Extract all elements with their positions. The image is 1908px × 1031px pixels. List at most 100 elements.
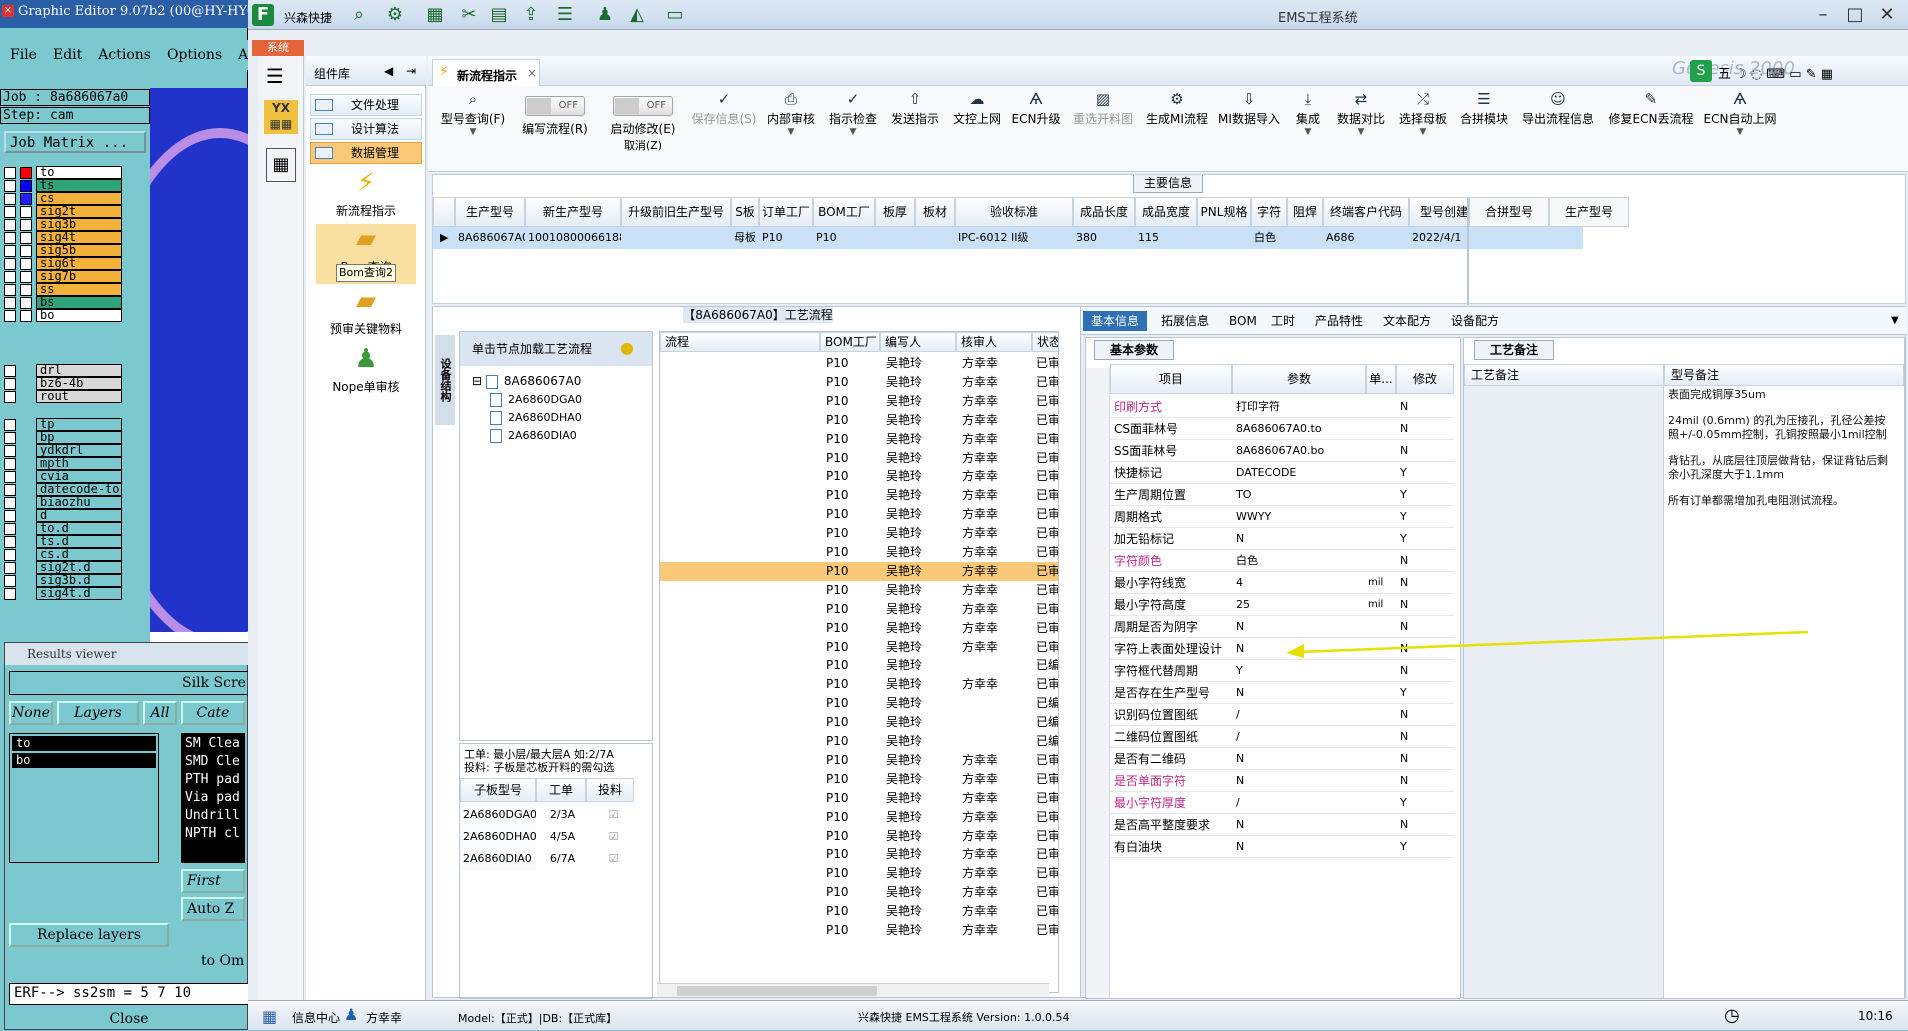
layer-row[interactable]: biaozhu [4,496,122,509]
param-row[interactable]: 最小字符厚度 / Y [1086,792,1454,814]
main-info-cell[interactable]: 10010800066188 [525,227,621,249]
grid-col-header[interactable]: 成品长度 [1073,197,1135,227]
layer-name[interactable]: cvia [36,470,122,483]
menu-icon[interactable]: ☰ [266,64,284,88]
sub-board-work[interactable]: 6/7A [536,848,586,870]
param-value[interactable]: DATECODE [1236,462,1364,484]
layer-name[interactable]: to.d [36,522,122,535]
gear-icon[interactable]: ⚙ [384,4,406,26]
layer-row[interactable]: cvia [4,470,122,483]
key-material-shortcut[interactable]: ▰ 预审关键物料 [316,286,416,337]
toolbar-12[interactable]: ⇩ MI数据导入 [1212,88,1286,158]
main-info-cell[interactable] [875,227,915,249]
layer-name[interactable]: tp [36,418,122,431]
yx-logo-icon[interactable]: YX ▦▦ [264,100,298,134]
layer-name[interactable]: cs [36,192,122,205]
param-col-header[interactable]: 项目 [1110,364,1232,394]
param-row[interactable]: 识别码位置图纸 / N [1086,704,1454,726]
flow-col-header[interactable]: 核审人 [956,332,1032,352]
close-tab-icon[interactable]: × [527,66,537,80]
tab-process-remarks[interactable]: 工艺备注 [1474,340,1554,360]
search-icon[interactable]: ⌕ [348,4,370,26]
layer-row[interactable]: d [4,509,122,522]
param-modify[interactable]: N [1400,726,1430,748]
grid-col-header[interactable]: 升级前旧生产型号 [621,197,731,227]
main-info-cell[interactable] [1197,227,1251,249]
layer-name[interactable]: drl [36,364,122,377]
layer-checkbox[interactable] [4,297,16,309]
grid-col-header[interactable]: S板 [731,197,759,227]
param-value[interactable]: / [1236,704,1364,726]
chevron-down-icon[interactable]: ▼ [434,127,512,137]
flow-row[interactable]: 锣板P10吴艳玲已编写 [660,732,1058,751]
layer-checkbox[interactable] [4,258,16,270]
layer-row[interactable]: ydkdrl [4,444,122,457]
layer-row[interactable]: sig4t.d [4,587,122,600]
layer-row[interactable]: sig3b [4,218,122,231]
results-layer-item[interactable]: to [12,736,156,751]
main-info-cell[interactable] [1287,227,1323,249]
layer-name[interactable]: sig4t.d [36,587,122,600]
layer-row[interactable]: sig7b [4,270,122,283]
param-value[interactable]: / [1236,792,1364,814]
param-row[interactable]: 周期格式 WWYY Y [1086,506,1454,528]
param-row[interactable]: 有白油块 N Y [1086,836,1454,858]
tab-new-flow[interactable]: ⚡ 新流程指示 × [432,59,540,86]
results-layer-item[interactable]: bo [12,753,156,768]
flow-row[interactable]: 终固化P10吴艳玲方幸幸已审核 [660,581,1058,600]
tree-child[interactable]: 2A6860DIA0 [490,426,577,445]
comp-file-processing[interactable]: 文件处理 [310,94,422,116]
layer-name[interactable]: ts.d [36,535,122,548]
main-info-row[interactable]: ▶ 8A686067A0 10010800066188 母板 P10 P10 IPC-601… [433,227,1583,249]
layer-row[interactable]: cs.d [4,548,122,561]
layer-name[interactable]: biaozhu [36,496,122,509]
tab-6[interactable]: 文本配方 [1375,311,1439,331]
tree-child[interactable]: 2A6860DGA0 [490,390,582,409]
grid-col-header[interactable]: 生产型号 [455,197,525,227]
param-modify[interactable]: N [1400,814,1430,836]
first-button[interactable]: First [181,869,245,893]
param-row[interactable]: 是否单面字符 N N [1086,770,1454,792]
layer-row[interactable]: ss [4,283,122,296]
toolbar-5[interactable]: ⎙ 内部审核 ▼ [760,88,822,158]
layer-row[interactable]: sig4t [4,231,122,244]
param-modify[interactable]: N [1400,396,1430,418]
dropdown-icon[interactable]: ▼ [1891,315,1899,326]
layer-checkbox[interactable] [4,193,16,205]
flow-row[interactable]: 阻抗测试P10吴艳玲方幸幸已审核 [660,675,1058,694]
chevron-down-icon[interactable]: ▼ [760,127,822,137]
layer-row[interactable]: ts.d [4,535,122,548]
param-modify[interactable]: N [1400,440,1430,462]
layer-checkbox[interactable] [4,206,16,218]
toolbar-13[interactable]: ⤓ 集成 ▼ [1286,88,1330,158]
param-value[interactable]: TO [1236,484,1364,506]
param-value[interactable]: / [1236,726,1364,748]
param-row[interactable]: 是否高平整度要求 N N [1086,814,1454,836]
grid-col-header[interactable]: 阻焊 [1287,197,1323,227]
grid-col-header[interactable]: 终端客户代码 [1323,197,1409,227]
comp-design-algorithm[interactable]: 设计算法 [310,118,422,140]
flow-row[interactable]: 喷涂P10吴艳玲方幸幸已审核 [660,467,1058,486]
erf-field[interactable]: ERF--> ss2sm = 5 7 10 [9,983,249,1005]
menu-analysis[interactable]: Ana [228,40,248,63]
layer-checkbox[interactable] [4,588,16,600]
param-modify[interactable]: N [1400,704,1430,726]
layer-row[interactable]: drl [4,364,122,377]
tree-child[interactable]: 2A6860DHA0 [490,408,582,427]
layer-checkbox[interactable] [4,549,16,561]
param-row[interactable]: 是否有二维码 N N [1086,748,1454,770]
flow-row[interactable]: 阻焊前处理P10吴艳玲方幸幸已审核 [660,430,1058,449]
pin-icon[interactable]: ⇥ [406,64,416,78]
layer-row[interactable]: to [4,166,122,179]
main-info-cell[interactable]: P10 [813,227,875,249]
layer-row[interactable]: tp [4,418,122,431]
layer-checkbox[interactable] [4,219,16,231]
grid-col-header[interactable]: PNL规格 [1197,197,1251,227]
layer-checkbox[interactable] [4,365,16,377]
layer-name[interactable]: bp [36,431,122,444]
system-tab[interactable]: 系统 [252,40,304,56]
param-row[interactable]: 快捷标记 DATECODE Y [1086,462,1454,484]
param-modify[interactable]: N [1400,594,1430,616]
scissors-icon[interactable]: ✂ [458,4,480,26]
results-category-item[interactable]: Undrill [185,807,241,825]
